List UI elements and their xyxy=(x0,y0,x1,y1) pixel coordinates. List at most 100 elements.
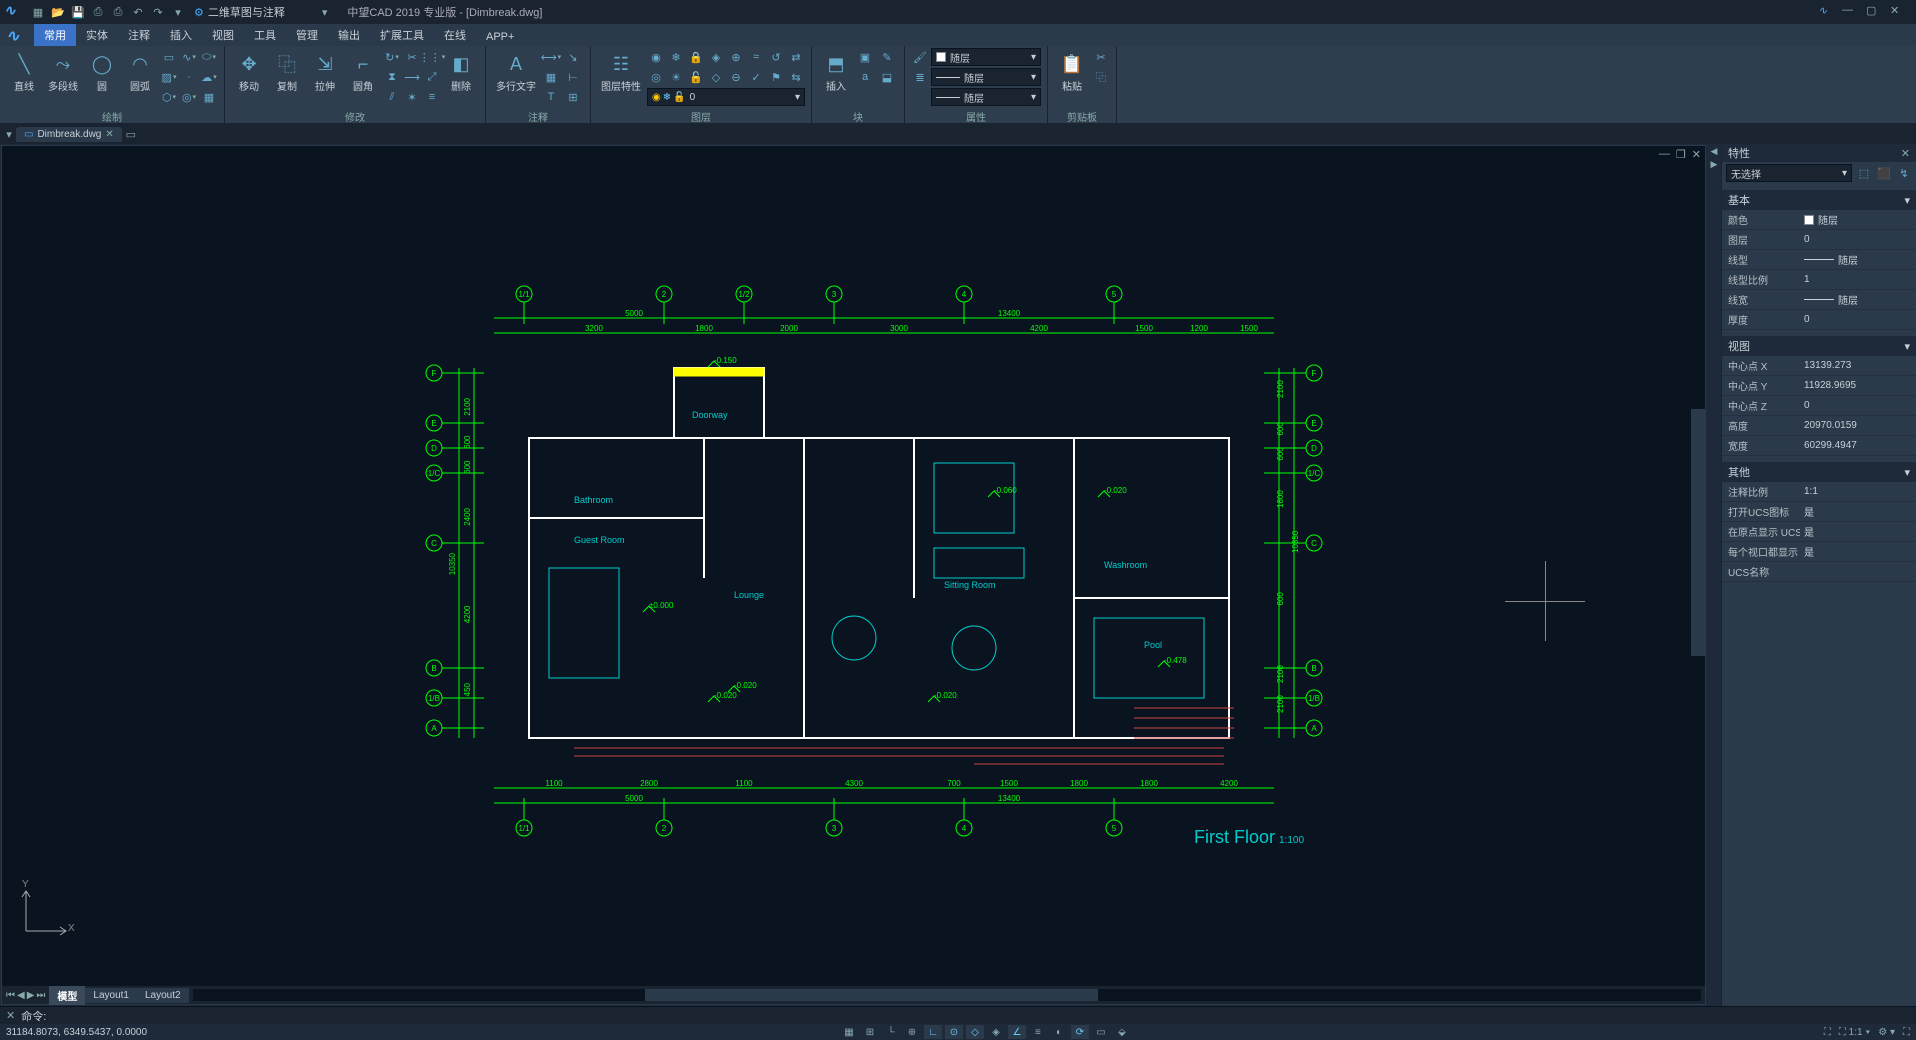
property-row[interactable]: 线宽 随层 xyxy=(1722,290,1916,310)
property-row[interactable]: UCS名称 xyxy=(1722,562,1916,582)
prop-group-header[interactable]: 视图▾ xyxy=(1722,336,1916,356)
otrack-toggle[interactable]: ∠ xyxy=(1008,1025,1026,1039)
close-tab-icon[interactable]: ✕ xyxy=(105,129,113,140)
ribbon-tab-ext[interactable]: 扩展工具 xyxy=(370,24,434,46)
property-row[interactable]: 宽度60299.4947 xyxy=(1722,436,1916,456)
block-create-icon[interactable]: ▣ xyxy=(856,48,874,66)
annotation-scale[interactable]: ⛶ 1:1 ▾ xyxy=(1839,1027,1870,1038)
prop-group-header[interactable]: 其他▾ xyxy=(1722,462,1916,482)
layer-match-icon[interactable]: ≈ xyxy=(747,48,765,66)
layer-current-combo[interactable]: ◉❄🔓0▾ xyxy=(647,88,805,106)
model-space-indicator[interactable]: ⛶ xyxy=(1824,1027,1831,1038)
qp-toggle[interactable]: ▭ xyxy=(1092,1025,1110,1039)
extend-icon[interactable]: ⟶ xyxy=(403,68,421,86)
add-document-button[interactable]: ▭ xyxy=(122,128,140,141)
block-attr-icon[interactable]: a xyxy=(856,68,874,86)
polyline-button[interactable]: ⤳多段线 xyxy=(44,48,82,95)
fillet-button[interactable]: ⌐圆角 xyxy=(345,48,381,95)
property-row[interactable]: 中心点 Y11928.9695 xyxy=(1722,376,1916,396)
command-line[interactable]: ✕ 命令: xyxy=(0,1006,1916,1024)
osnap-toggle[interactable]: ◇ xyxy=(966,1025,984,1039)
layer-del-icon[interactable]: ⊖ xyxy=(727,68,745,86)
maximize-button[interactable]: ▢ xyxy=(1866,4,1882,20)
property-row[interactable]: 中心点 X13139.273 xyxy=(1722,356,1916,376)
layer-cur-icon[interactable]: ✓ xyxy=(747,68,765,86)
offset-icon[interactable]: ⫽ xyxy=(383,88,401,106)
qat-open-icon[interactable]: 📂 xyxy=(50,4,66,20)
line-button[interactable]: ╲直线 xyxy=(6,48,42,95)
layer-walk-icon[interactable]: ⇄ xyxy=(787,48,805,66)
property-row[interactable]: 图层0 xyxy=(1722,230,1916,250)
revcloud-icon[interactable]: ☁ xyxy=(200,68,218,86)
qat-new-icon[interactable]: ▦ xyxy=(30,4,46,20)
text-icon[interactable]: T xyxy=(542,88,560,106)
dynamic-input-toggle[interactable]: ⊕ xyxy=(903,1025,921,1039)
document-tab[interactable]: ▭ Dimbreak.dwg ✕ xyxy=(16,127,122,142)
layer-off-icon[interactable]: ◉ xyxy=(647,48,665,66)
vertical-scrollbar[interactable] xyxy=(1691,162,1705,986)
3dosnap-toggle[interactable]: ◈ xyxy=(987,1025,1005,1039)
cmd-close-icon[interactable]: ✕ xyxy=(6,1009,15,1022)
ribbon-tab-view[interactable]: 视图 xyxy=(202,24,244,46)
selection-combo[interactable]: 无选择▾ xyxy=(1726,164,1852,182)
arc-button[interactable]: ◠圆弧 xyxy=(122,48,158,95)
point-icon[interactable]: · xyxy=(180,68,198,86)
qat-redo-icon[interactable]: ↷ xyxy=(150,4,166,20)
ribbon-tab-insert[interactable]: 插入 xyxy=(160,24,202,46)
layer-freeze-icon[interactable]: ❄ xyxy=(667,48,685,66)
qat-undo-icon[interactable]: ↶ xyxy=(130,4,146,20)
ortho-toggle[interactable]: ∟ xyxy=(924,1025,942,1039)
ribbon-tab-output[interactable]: 输出 xyxy=(328,24,370,46)
table-icon[interactable]: ▦ xyxy=(542,68,560,86)
horizontal-scrollbar[interactable] xyxy=(193,989,1701,1001)
mtext-button[interactable]: A多行文字 xyxy=(492,48,540,95)
quick-select-icon[interactable]: ⬚ xyxy=(1856,165,1872,181)
grid-toggle[interactable]: ▦ xyxy=(840,1025,858,1039)
view-restore-icon[interactable]: ❐ xyxy=(1676,148,1686,161)
search-icon[interactable]: ∿ xyxy=(1818,4,1834,20)
layout-prev-icon[interactable]: ◀ xyxy=(17,990,25,1001)
ellipse-icon[interactable]: ⬭ xyxy=(200,48,218,66)
property-row[interactable]: 高度20970.0159 xyxy=(1722,416,1916,436)
drawing-canvas[interactable]: — ❐ ✕ 1/121/2345 1/12345 FED1/CCB1/BAFED… xyxy=(1,145,1706,1005)
toggle-pickadd-icon[interactable]: ↯ xyxy=(1896,165,1912,181)
view-close-icon[interactable]: ✕ xyxy=(1692,148,1701,161)
mirror-icon[interactable]: ⧗ xyxy=(383,68,401,86)
rect-icon[interactable]: ▭ xyxy=(160,48,178,66)
doc-tab-menu[interactable]: ▾ xyxy=(2,128,16,141)
lwt-toggle[interactable]: ≡ xyxy=(1029,1025,1047,1039)
ribbon-tab-solid[interactable]: 实体 xyxy=(76,24,118,46)
infer-toggle[interactable]: └ xyxy=(882,1025,900,1039)
workspace-switch-icon[interactable]: ⚙ ▾ xyxy=(1878,1027,1895,1038)
linetype-combo[interactable]: 随层▾ xyxy=(931,68,1041,86)
match-prop-icon[interactable]: 🖌 xyxy=(911,48,929,66)
layer-unlock-icon[interactable]: 🔓 xyxy=(687,68,705,86)
move-button[interactable]: ✥移动 xyxy=(231,48,267,95)
leader-icon[interactable]: ↘ xyxy=(564,48,582,66)
color-combo[interactable]: 随层▾ xyxy=(931,48,1041,66)
cmd-input[interactable] xyxy=(52,1010,1910,1022)
layer-properties-button[interactable]: ☷图层特性 xyxy=(597,48,645,95)
transparency-toggle[interactable]: ◐ xyxy=(1050,1025,1068,1039)
stretch-button[interactable]: ⇲拉伸 xyxy=(307,48,343,95)
layer-on-icon[interactable]: ◎ xyxy=(647,68,665,86)
ribbon-tab-annotate[interactable]: 注释 xyxy=(118,24,160,46)
cycle-toggle[interactable]: ⟳ xyxy=(1071,1025,1089,1039)
polar-toggle[interactable]: ⊙ xyxy=(945,1025,963,1039)
scale-icon[interactable]: ⤢ xyxy=(423,68,441,86)
property-row[interactable]: 在原点显示 UCS...是 xyxy=(1722,522,1916,542)
ribbon-tab-online[interactable]: 在线 xyxy=(434,24,476,46)
minimize-button[interactable]: — xyxy=(1842,4,1858,20)
app-menu-button[interactable]: ∿ xyxy=(6,26,30,44)
lineweight-combo[interactable]: 随层▾ xyxy=(931,88,1041,106)
layer-lock-icon[interactable]: 🔒 xyxy=(687,48,705,66)
field-icon[interactable]: ⊞ xyxy=(564,88,582,106)
ribbon-tab-manage[interactable]: 管理 xyxy=(286,24,328,46)
clean-screen-icon[interactable]: ⛶ xyxy=(1903,1027,1910,1038)
property-row[interactable]: 颜色随层 xyxy=(1722,210,1916,230)
select-objects-icon[interactable]: ⬛ xyxy=(1876,165,1892,181)
layout-last-icon[interactable]: ⏭ xyxy=(36,990,45,1001)
donut-icon[interactable]: ◎ xyxy=(180,88,198,106)
property-row[interactable]: 厚度0 xyxy=(1722,310,1916,330)
qat-print-icon[interactable]: ⎙ xyxy=(110,4,126,20)
